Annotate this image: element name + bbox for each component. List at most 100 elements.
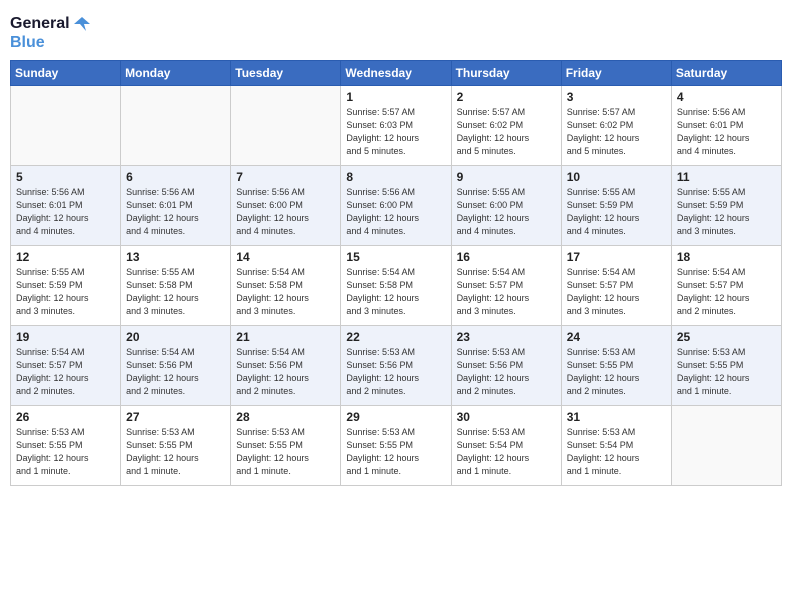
day-info: Sunrise: 5:54 AM Sunset: 5:57 PM Dayligh…: [457, 266, 556, 318]
calendar-day-cell: 6 Sunrise: 5:56 AM Sunset: 6:01 PM Daylig…: [121, 165, 231, 245]
calendar-empty-cell: [671, 405, 781, 485]
calendar-table: SundayMondayTuesdayWednesdayThursdayFrid…: [10, 60, 782, 486]
day-info: Sunrise: 5:53 AM Sunset: 5:54 PM Dayligh…: [567, 426, 666, 478]
calendar-day-cell: 3 Sunrise: 5:57 AM Sunset: 6:02 PM Daylig…: [561, 85, 671, 165]
weekday-header-thursday: Thursday: [451, 60, 561, 85]
day-info: Sunrise: 5:56 AM Sunset: 6:00 PM Dayligh…: [236, 186, 335, 238]
calendar-day-cell: 9 Sunrise: 5:55 AM Sunset: 6:00 PM Daylig…: [451, 165, 561, 245]
day-info: Sunrise: 5:56 AM Sunset: 6:01 PM Dayligh…: [16, 186, 115, 238]
day-number: 6: [126, 170, 225, 184]
calendar-day-cell: 29 Sunrise: 5:53 AM Sunset: 5:55 PM Dayli…: [341, 405, 451, 485]
calendar-day-cell: 20Sunrise: 5:54 AM Sunset: 5:56 PM Dayli…: [121, 325, 231, 405]
calendar-empty-cell: [11, 85, 121, 165]
day-number: 16: [457, 250, 556, 264]
logo-blue: Blue: [10, 34, 92, 52]
calendar-day-cell: 5 Sunrise: 5:56 AM Sunset: 6:01 PM Daylig…: [11, 165, 121, 245]
calendar-day-cell: 15 Sunrise: 5:54 AM Sunset: 5:58 PM Dayli…: [341, 245, 451, 325]
day-number: 3: [567, 90, 666, 104]
calendar-day-cell: 19 Sunrise: 5:54 AM Sunset: 5:57 PM Dayli…: [11, 325, 121, 405]
day-info: Sunrise: 5:54 AM Sunset: 5:58 PM Dayligh…: [236, 266, 335, 318]
weekday-header-sunday: Sunday: [11, 60, 121, 85]
day-info: Sunrise: 5:56 AM Sunset: 6:01 PM Dayligh…: [677, 106, 776, 158]
day-number: 23: [457, 330, 556, 344]
day-number: 28: [236, 410, 335, 424]
day-number: 12: [16, 250, 115, 264]
day-number: 7: [236, 170, 335, 184]
day-number: 31: [567, 410, 666, 424]
day-info: Sunrise: 5:54 AM Sunset: 5:57 PM Dayligh…: [16, 346, 115, 398]
calendar-day-cell: 30 Sunrise: 5:53 AM Sunset: 5:54 PM Dayli…: [451, 405, 561, 485]
calendar-day-cell: 13Sunrise: 5:55 AM Sunset: 5:58 PM Dayli…: [121, 245, 231, 325]
calendar-day-cell: 31 Sunrise: 5:53 AM Sunset: 5:54 PM Dayli…: [561, 405, 671, 485]
day-number: 29: [346, 410, 445, 424]
calendar-day-cell: 4 Sunrise: 5:56 AM Sunset: 6:01 PM Daylig…: [671, 85, 781, 165]
day-number: 15: [346, 250, 445, 264]
day-number: 25: [677, 330, 776, 344]
logo-bird-icon: [72, 14, 92, 34]
day-info: Sunrise: 5:54 AM Sunset: 5:58 PM Dayligh…: [346, 266, 445, 318]
day-number: 27: [126, 410, 225, 424]
day-info: Sunrise: 5:57 AM Sunset: 6:02 PM Dayligh…: [457, 106, 556, 158]
day-info: Sunrise: 5:55 AM Sunset: 6:00 PM Dayligh…: [457, 186, 556, 238]
day-info: Sunrise: 5:57 AM Sunset: 6:03 PM Dayligh…: [346, 106, 445, 158]
day-number: 11: [677, 170, 776, 184]
calendar-week-row: 19 Sunrise: 5:54 AM Sunset: 5:57 PM Dayli…: [11, 325, 782, 405]
calendar-day-cell: 11 Sunrise: 5:55 AM Sunset: 5:59 PM Dayli…: [671, 165, 781, 245]
day-number: 22: [346, 330, 445, 344]
day-info: Sunrise: 5:53 AM Sunset: 5:56 PM Dayligh…: [346, 346, 445, 398]
calendar-day-cell: 12 Sunrise: 5:55 AM Sunset: 5:59 PM Dayli…: [11, 245, 121, 325]
day-info: Sunrise: 5:54 AM Sunset: 5:57 PM Dayligh…: [677, 266, 776, 318]
calendar-day-cell: 10Sunrise: 5:55 AM Sunset: 5:59 PM Dayli…: [561, 165, 671, 245]
logo: General Blue: [10, 14, 92, 52]
day-number: 9: [457, 170, 556, 184]
day-number: 10: [567, 170, 666, 184]
day-info: Sunrise: 5:53 AM Sunset: 5:55 PM Dayligh…: [567, 346, 666, 398]
calendar-day-cell: 23 Sunrise: 5:53 AM Sunset: 5:56 PM Dayli…: [451, 325, 561, 405]
calendar-day-cell: 2 Sunrise: 5:57 AM Sunset: 6:02 PM Daylig…: [451, 85, 561, 165]
calendar-day-cell: 18Sunrise: 5:54 AM Sunset: 5:57 PM Dayli…: [671, 245, 781, 325]
day-number: 19: [16, 330, 115, 344]
weekday-header-monday: Monday: [121, 60, 231, 85]
day-info: Sunrise: 5:53 AM Sunset: 5:56 PM Dayligh…: [457, 346, 556, 398]
calendar-week-row: 26 Sunrise: 5:53 AM Sunset: 5:55 PM Dayli…: [11, 405, 782, 485]
weekday-header-saturday: Saturday: [671, 60, 781, 85]
day-info: Sunrise: 5:54 AM Sunset: 5:56 PM Dayligh…: [236, 346, 335, 398]
day-number: 26: [16, 410, 115, 424]
calendar-week-row: 5 Sunrise: 5:56 AM Sunset: 6:01 PM Daylig…: [11, 165, 782, 245]
day-number: 24: [567, 330, 666, 344]
day-info: Sunrise: 5:57 AM Sunset: 6:02 PM Dayligh…: [567, 106, 666, 158]
day-number: 1: [346, 90, 445, 104]
day-info: Sunrise: 5:55 AM Sunset: 5:58 PM Dayligh…: [126, 266, 225, 318]
day-info: Sunrise: 5:53 AM Sunset: 5:54 PM Dayligh…: [457, 426, 556, 478]
calendar-day-cell: 14 Sunrise: 5:54 AM Sunset: 5:58 PM Dayli…: [231, 245, 341, 325]
day-info: Sunrise: 5:54 AM Sunset: 5:57 PM Dayligh…: [567, 266, 666, 318]
calendar-day-cell: 17 Sunrise: 5:54 AM Sunset: 5:57 PM Dayli…: [561, 245, 671, 325]
calendar-empty-cell: [121, 85, 231, 165]
calendar-day-cell: 24 Sunrise: 5:53 AM Sunset: 5:55 PM Dayli…: [561, 325, 671, 405]
day-number: 30: [457, 410, 556, 424]
calendar-day-cell: 8Sunrise: 5:56 AM Sunset: 6:00 PM Daylig…: [341, 165, 451, 245]
weekday-header-wednesday: Wednesday: [341, 60, 451, 85]
day-number: 5: [16, 170, 115, 184]
day-number: 4: [677, 90, 776, 104]
weekday-header-tuesday: Tuesday: [231, 60, 341, 85]
day-number: 20: [126, 330, 225, 344]
day-number: 2: [457, 90, 556, 104]
calendar-day-cell: 27Sunrise: 5:53 AM Sunset: 5:55 PM Dayli…: [121, 405, 231, 485]
calendar-day-cell: 28Sunrise: 5:53 AM Sunset: 5:55 PM Dayli…: [231, 405, 341, 485]
day-info: Sunrise: 5:56 AM Sunset: 6:00 PM Dayligh…: [346, 186, 445, 238]
day-info: Sunrise: 5:56 AM Sunset: 6:01 PM Dayligh…: [126, 186, 225, 238]
day-info: Sunrise: 5:53 AM Sunset: 5:55 PM Dayligh…: [346, 426, 445, 478]
day-number: 17: [567, 250, 666, 264]
calendar-day-cell: 22 Sunrise: 5:53 AM Sunset: 5:56 PM Dayli…: [341, 325, 451, 405]
calendar-day-cell: 1 Sunrise: 5:57 AM Sunset: 6:03 PM Daylig…: [341, 85, 451, 165]
calendar-day-cell: 25 Sunrise: 5:53 AM Sunset: 5:55 PM Dayli…: [671, 325, 781, 405]
day-info: Sunrise: 5:53 AM Sunset: 5:55 PM Dayligh…: [677, 346, 776, 398]
day-info: Sunrise: 5:55 AM Sunset: 5:59 PM Dayligh…: [677, 186, 776, 238]
calendar-day-cell: 26Sunrise: 5:53 AM Sunset: 5:55 PM Dayli…: [11, 405, 121, 485]
calendar-day-cell: 21Sunrise: 5:54 AM Sunset: 5:56 PM Dayli…: [231, 325, 341, 405]
day-info: Sunrise: 5:55 AM Sunset: 5:59 PM Dayligh…: [16, 266, 115, 318]
page-header: General Blue: [10, 10, 782, 52]
weekday-header-friday: Friday: [561, 60, 671, 85]
day-number: 14: [236, 250, 335, 264]
